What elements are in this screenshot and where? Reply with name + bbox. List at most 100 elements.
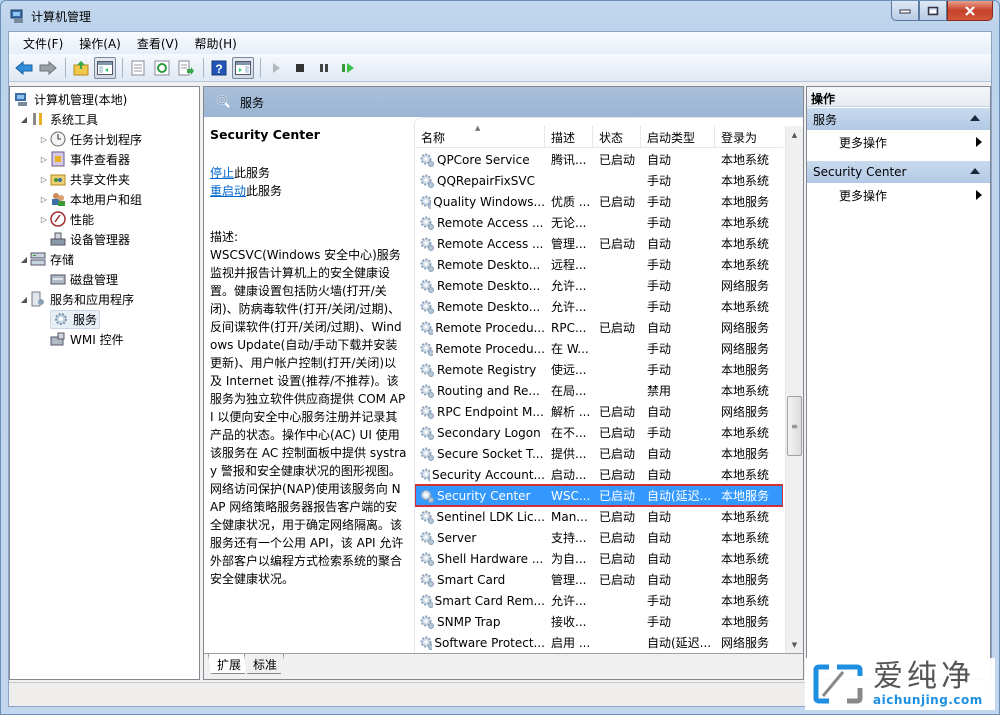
service-row[interactable]: Security Account... 启动... 已启动 自动 本地系统	[415, 464, 783, 485]
expanded-arrow-icon[interactable]: ◢	[18, 255, 30, 264]
service-row[interactable]: Server 支持... 已启动 自动 本地系统	[415, 527, 783, 548]
tab-extended[interactable]: 扩展	[208, 654, 249, 674]
collapsed-arrow-icon[interactable]: ▷	[38, 135, 50, 144]
service-row[interactable]: Remote Registry 使远... 手动 本地服务	[415, 359, 783, 380]
tree-item-task-scheduler[interactable]: ▷ 任务计划程序	[38, 129, 142, 149]
back-button[interactable]	[13, 57, 35, 79]
tree-item-label: 磁盘管理	[70, 272, 119, 287]
gear-icon	[420, 384, 434, 398]
expanded-arrow-icon[interactable]: ◢	[18, 115, 30, 124]
service-row[interactable]: Remote Access ... 无论... 手动 本地系统	[415, 212, 783, 233]
column-header-startup-type[interactable]: 启动类型	[641, 126, 715, 148]
tree-item-device-manager[interactable]: 设备管理器	[50, 229, 130, 249]
service-row[interactable]: RPC Endpoint M... 解析 ... 已启动 自动 网络服务	[415, 401, 783, 422]
up-folder-button[interactable]	[70, 57, 92, 79]
maximize-button[interactable]	[919, 1, 947, 21]
vertical-scrollbar[interactable]: ▲ ≡ ▼	[785, 126, 803, 653]
restart-service-button[interactable]	[337, 57, 359, 79]
service-row[interactable]: QPCore Service 腾讯... 已启动 自动 本地系统	[415, 149, 783, 170]
service-name: RPC Endpoint M...	[437, 404, 544, 419]
expanded-arrow-icon[interactable]: ◢	[18, 295, 30, 304]
menu-view[interactable]: 查看(V)	[129, 33, 187, 54]
service-row[interactable]: Security Center WSC... 已启动 自动(延迟... 本地服务	[415, 484, 783, 507]
collapsed-arrow-icon[interactable]: ▷	[38, 215, 50, 224]
column-header-logon-as[interactable]: 登录为	[715, 126, 777, 148]
service-row[interactable]: Software Protect... 启用 ... 自动(延迟... 网络服务	[415, 632, 783, 653]
stop-service-link[interactable]: 停止	[210, 166, 234, 180]
actions-pane: 操作 服务 更多操作 Security Center 更多操作	[806, 86, 991, 680]
service-row[interactable]: Remote Access ... 管理... 已启动 自动 本地系统	[415, 233, 783, 254]
scroll-thumb[interactable]: ≡	[787, 396, 802, 456]
show-hide-action-pane-button[interactable]	[232, 56, 254, 79]
refresh-button[interactable]	[151, 57, 173, 79]
service-row[interactable]: Routing and Re... 在局... 禁用 本地系统	[415, 380, 783, 401]
action-more-actions[interactable]: 更多操作	[807, 183, 990, 207]
properties-button[interactable]	[127, 57, 149, 79]
service-row[interactable]: Remote Procedu... 在 W... 手动 网络服务	[415, 338, 783, 359]
collapsed-arrow-icon[interactable]: ▷	[38, 175, 50, 184]
show-hide-console-tree-button[interactable]	[94, 56, 116, 79]
service-row[interactable]: Secure Socket T... 提供... 已启动 自动 本地服务	[415, 443, 783, 464]
collapsed-arrow-icon[interactable]: ▷	[38, 155, 50, 164]
service-row[interactable]: Remote Procedu... RPC... 已启动 自动 网络服务	[415, 317, 783, 338]
action-more-actions[interactable]: 更多操作	[807, 130, 990, 154]
gear-icon	[420, 342, 434, 356]
tree-item-event-viewer[interactable]: ▷ 事件查看器	[38, 149, 130, 169]
service-row[interactable]: Secondary Logon 在不... 已启动 手动 本地系统	[415, 422, 783, 443]
service-row[interactable]: Smart Card Rem... 允许... 手动 本地系统	[415, 590, 783, 611]
action-group-security-center[interactable]: Security Center	[807, 161, 990, 183]
tree-item-shared-folders[interactable]: ▷ 共享文件夹	[38, 169, 130, 189]
tab-standard[interactable]: 标准	[244, 654, 285, 674]
service-startup-cell: 手动	[647, 300, 672, 314]
tree-item-disk-management[interactable]: 磁盘管理	[50, 269, 118, 289]
stop-service-button[interactable]	[289, 57, 311, 79]
restart-service-link[interactable]: 重启动	[210, 184, 246, 198]
service-name-cell: SNMP Trap	[415, 614, 545, 630]
tree-item-services[interactable]: 服务	[50, 309, 101, 329]
menu-help[interactable]: 帮助(H)	[186, 33, 244, 54]
column-header-name[interactable]: ▲ 名称	[415, 124, 545, 148]
service-row[interactable]: Remote Deskto... 远程... 手动 本地系统	[415, 254, 783, 275]
service-name-cell: Remote Procedu...	[415, 341, 545, 357]
service-row[interactable]: Sentinel LDK Lic... Man... 已启动 自动 本地系统	[415, 506, 783, 527]
service-name-cell: Remote Deskto...	[415, 299, 545, 315]
gear-icon	[420, 321, 434, 335]
tree-item-storage[interactable]: ◢ 存储	[18, 249, 74, 269]
service-row[interactable]: SNMP Trap 接收... 手动 本地服务	[415, 611, 783, 632]
tree-item-local-users-groups[interactable]: ▷ 本地用户和组	[38, 189, 142, 209]
minimize-button[interactable]	[891, 1, 919, 21]
scroll-down-button[interactable]: ▼	[786, 636, 803, 653]
export-list-button[interactable]	[175, 57, 197, 79]
service-row[interactable]: Shell Hardware ... 为自... 已启动 自动 本地系统	[415, 548, 783, 569]
tree-item-system-tools[interactable]: ◢ 系统工具	[18, 109, 98, 129]
forward-button[interactable]	[37, 57, 59, 79]
tree-root[interactable]: 计算机管理(本地)	[14, 89, 127, 109]
tree-item-wmi-control[interactable]: WMI 控件	[50, 329, 124, 349]
collapsed-arrow-icon[interactable]: ▷	[38, 195, 50, 204]
service-row[interactable]: Quality Windows... 优质 ... 已启动 手动 本地服务	[415, 191, 783, 212]
tree-item-performance[interactable]: ▷ 性能	[38, 209, 94, 229]
service-desc-cell: 腾讯...	[551, 153, 587, 167]
service-startup-cell: 手动	[647, 363, 672, 377]
start-service-button[interactable]	[265, 57, 287, 79]
collapse-up-icon[interactable]	[970, 115, 980, 121]
tree-item-services-apps[interactable]: ◢ 服务和应用程序	[18, 289, 134, 309]
column-header-description[interactable]: 描述	[545, 126, 593, 148]
pause-service-button[interactable]	[313, 57, 335, 79]
toolbar-separator	[65, 57, 66, 78]
action-group-services[interactable]: 服务	[807, 108, 990, 130]
service-row[interactable]: Remote Deskto... 允许... 手动 网络服务	[415, 275, 783, 296]
help-button[interactable]: ?	[208, 57, 230, 79]
menu-file[interactable]: 文件(F)	[15, 33, 71, 54]
services-pane: 服务 Security Center 停止此服务 重启动此服务 描述: WSCS…	[203, 86, 804, 680]
column-header-status[interactable]: 状态	[593, 126, 641, 148]
close-button[interactable]	[947, 1, 993, 21]
scroll-up-button[interactable]: ▲	[786, 126, 803, 143]
collapse-up-icon[interactable]	[970, 168, 980, 174]
service-row[interactable]: Smart Card 管理... 已启动 自动 本地服务	[415, 569, 783, 590]
service-row[interactable]: Remote Deskto... 允许... 手动 本地系统	[415, 296, 783, 317]
title-bar[interactable]: 计算机管理	[1, 1, 999, 31]
service-row[interactable]: QQRepairFixSVC 手动 本地系统	[415, 170, 783, 191]
menu-action[interactable]: 操作(A)	[71, 33, 129, 54]
action-label: 更多操作	[839, 135, 888, 150]
